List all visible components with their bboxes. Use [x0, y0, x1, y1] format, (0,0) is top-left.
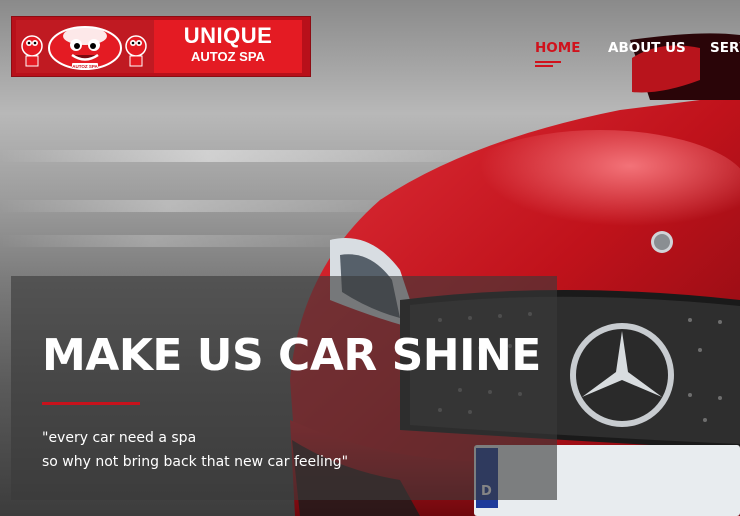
nav-about-us-label: ABOUT US	[608, 40, 686, 56]
hero-tagline-line2: so why not bring back that new car feeli…	[42, 454, 349, 470]
nav-active-underline	[535, 61, 561, 63]
hero-tagline-line1: "every car need a spa	[42, 430, 197, 446]
hero-headline: MAKE US CAR SHINE	[42, 330, 541, 381]
nav-home-label: HOME	[535, 40, 581, 56]
nav-home[interactable]: HOME	[535, 40, 581, 67]
nav-services-label: SERV	[710, 40, 740, 56]
main-nav: HOME ABOUT US SERV	[0, 40, 740, 70]
hero-caption-panel: MAKE US CAR SHINE "every car need a spa …	[11, 276, 557, 500]
nav-active-underline	[535, 65, 553, 67]
headline-divider	[42, 402, 140, 405]
nav-about-us[interactable]: ABOUT US	[608, 40, 686, 56]
nav-services[interactable]: SERV	[710, 40, 740, 56]
